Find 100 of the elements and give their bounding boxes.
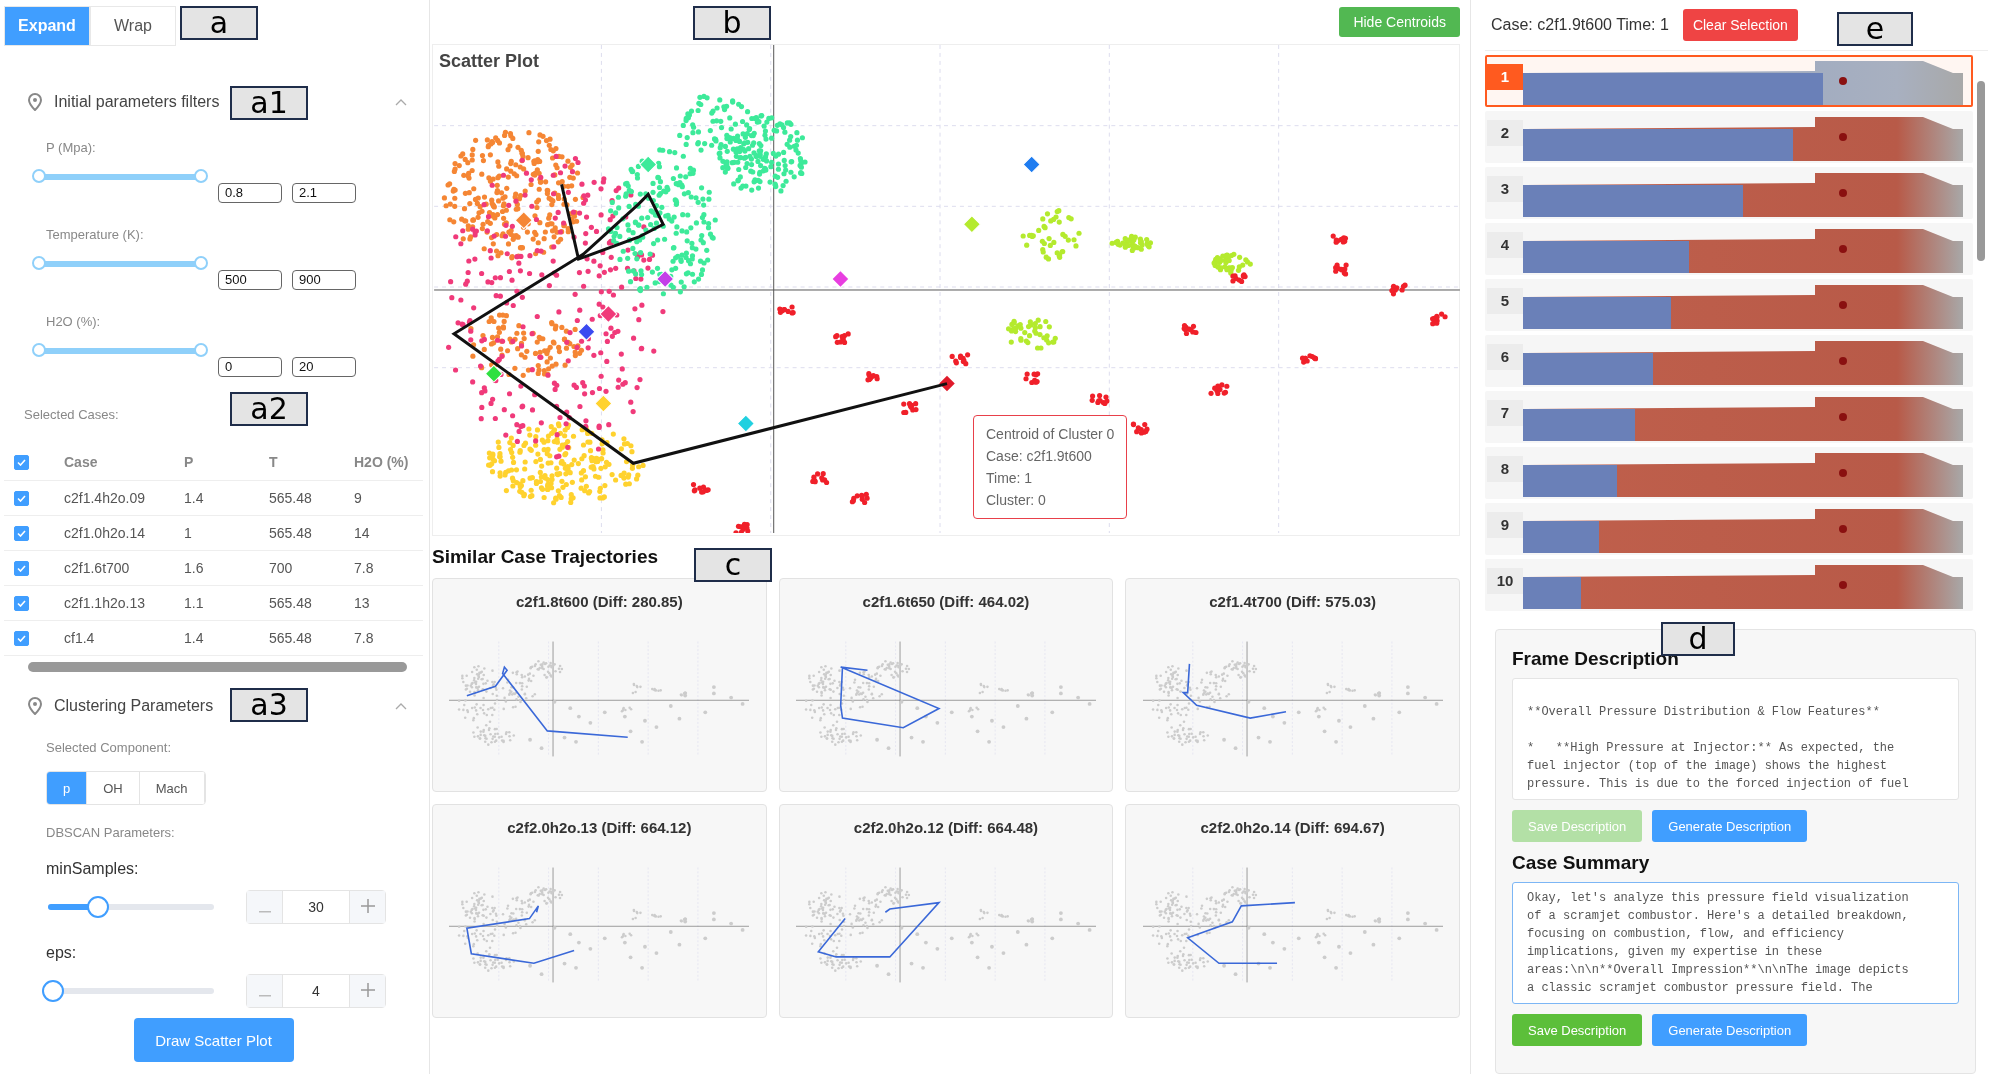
annotation-label: c — [694, 548, 772, 582]
table-cell-text: 1.4 — [184, 630, 205, 646]
table-cell-text: c2f1.0h2o.14 — [64, 525, 146, 541]
range-slider[interactable] — [32, 343, 208, 359]
description-textarea[interactable]: **Overall Pressure Distribution & Flow Features** * **High Pressure at Injector:** As expected, the fuel injector (top of the image) shows the highest pressure. This is due to the forced injection of fuel — [1512, 678, 1959, 800]
table-cell-text: 14 — [354, 525, 371, 541]
annotation-label: a3 — [230, 688, 308, 722]
frame-number: 7 — [1487, 400, 1523, 426]
tooltip-line: Centroid of Cluster 0 — [986, 426, 1115, 442]
checkbox[interactable] — [14, 560, 29, 576]
frame-row[interactable]: 9 — [1485, 503, 1973, 555]
min-input[interactable]: 500 — [218, 270, 282, 290]
min-input[interactable]: 0 — [218, 357, 282, 377]
trajectory-card[interactable]: c2f1.6t650 (Diff: 464.02) — [778, 578, 1114, 792]
frame-row[interactable]: 10 — [1485, 559, 1973, 611]
section-title: Initial parameters filters — [54, 93, 220, 111]
tooltip-line: Case: c2f1.9t600 — [986, 448, 1093, 464]
checkmark-icon — [17, 634, 26, 642]
dbscan-label: DBSCAN Parameters: — [46, 825, 175, 840]
scrollbar[interactable] — [28, 662, 407, 672]
frame-row[interactable]: 7 — [1485, 391, 1973, 443]
frame-row[interactable]: 3 — [1485, 167, 1973, 219]
minus-icon[interactable] — [247, 975, 282, 1007]
frame-number: 10 — [1487, 568, 1523, 594]
min-input[interactable]: 0.8 — [218, 183, 282, 203]
annotation-label: e — [1837, 12, 1913, 46]
checkbox[interactable] — [14, 595, 29, 611]
mode-tab[interactable]: Wrap — [90, 6, 176, 46]
chevron-icon[interactable] — [395, 702, 407, 710]
section-title: Case Summary — [1512, 852, 1650, 874]
frame-number: 6 — [1487, 344, 1523, 370]
trajectory-card[interactable]: c2f2.0h2o.12 (Diff: 664.48) — [778, 804, 1114, 1018]
column-header: T — [269, 454, 279, 470]
table-cell-text: 7.8 — [354, 560, 375, 576]
trajectory-card[interactable]: c2f1.4t700 (Diff: 575.03) — [1125, 578, 1460, 792]
max-input[interactable]: 20 — [292, 357, 356, 377]
annotation-label: b — [693, 6, 771, 40]
range-slider[interactable] — [32, 256, 208, 272]
table-cell-text: 1.1 — [184, 595, 205, 611]
param-label: Temperature (K): — [46, 227, 145, 242]
frame-row[interactable]: 8 — [1485, 447, 1973, 499]
param-label: minSamples: — [46, 860, 140, 878]
frame-row[interactable]: 5 — [1485, 279, 1973, 331]
table-cell-text: 1 — [184, 525, 193, 541]
table-cell-text: 9 — [354, 490, 363, 506]
frame-row[interactable]: 2 — [1485, 111, 1973, 163]
minus-icon[interactable] — [247, 891, 282, 923]
table-cell-text: 565.48 — [269, 630, 313, 646]
table-cell-text: 1.4 — [184, 490, 205, 506]
description-textarea[interactable]: Okay, let's analyze this pressure field visualization of a scramjet combustor. Here's a detailed breakdown, focusing on combustion, flow, and efficiency implications, given my expertise in these areas:\n\n**Overall Impression**\n\nThe image depicts a classic scramjet combustor pressure field. The — [1512, 882, 1959, 1004]
column-header: P — [184, 454, 195, 470]
plus-icon[interactable] — [350, 975, 385, 1007]
frame-number: 8 — [1487, 456, 1523, 482]
clear-selection-button[interactable]: Clear Selection — [1682, 9, 1798, 41]
frame-number: 2 — [1487, 120, 1523, 146]
table-cell-text: c2f1.1h2o.13 — [64, 595, 146, 611]
table-cell-text: c2f1.4h2o.09 — [64, 490, 146, 506]
selected-cases-label: Selected Cases: — [24, 407, 119, 422]
checkbox[interactable] — [14, 525, 29, 541]
table-cell-text: 565.48 — [269, 525, 313, 541]
trajectory-card[interactable]: c2f2.0h2o.13 (Diff: 664.12) — [432, 804, 767, 1018]
component-label: Selected Component: — [46, 740, 172, 755]
checkbox[interactable] — [14, 490, 29, 506]
annotation-label: a1 — [230, 86, 308, 120]
checkmark-icon — [17, 529, 26, 537]
frame-row[interactable]: 6 — [1485, 335, 1973, 387]
card-title: c2f2.0h2o.14 (Diff: 694.67) — [1200, 819, 1385, 836]
range-slider[interactable] — [32, 169, 208, 185]
number-stepper[interactable]: 4 — [246, 974, 386, 1008]
number-stepper[interactable]: 30 — [246, 890, 386, 924]
plus-icon[interactable] — [350, 891, 385, 923]
column-header: H2O (%) — [354, 454, 410, 470]
card-title: c2f1.6t650 (Diff: 464.02) — [862, 593, 1030, 610]
frame-number: 1 — [1487, 64, 1523, 90]
card-title: c2f1.8t600 (Diff: 280.85) — [515, 593, 683, 610]
scrollbar[interactable] — [1977, 81, 1985, 261]
checkbox[interactable] — [14, 630, 29, 646]
frame-row[interactable]: 4 — [1485, 223, 1973, 275]
trajectory-card[interactable]: c2f2.0h2o.14 (Diff: 694.67) — [1125, 804, 1460, 1018]
plot-title: Scatter Plot — [439, 51, 540, 72]
case-time-label: Case: c2f1.9t600 Time: 1 — [1491, 16, 1669, 34]
card-title: c2f2.0h2o.13 (Diff: 664.12) — [507, 819, 692, 836]
table-cell-text: 700 — [269, 560, 294, 576]
table-cell-text: 13 — [354, 595, 371, 611]
table-cell-text: 1.6 — [184, 560, 205, 576]
annotation-label: a2 — [230, 392, 308, 426]
frame-number: 3 — [1487, 176, 1523, 202]
max-input[interactable]: 900 — [292, 270, 356, 290]
checkmark-icon — [17, 564, 26, 572]
checkbox[interactable] — [14, 454, 29, 470]
frame-number: 4 — [1487, 232, 1523, 258]
checkmark-icon — [17, 599, 26, 607]
chevron-icon[interactable] — [395, 98, 407, 106]
column-header: Case — [64, 454, 99, 470]
param-label: eps: — [46, 944, 78, 962]
max-input[interactable]: 2.1 — [292, 183, 356, 203]
annotation-label: d — [1661, 622, 1735, 656]
trajectory-card[interactable]: c2f1.8t600 (Diff: 280.85) — [432, 578, 767, 792]
table-cell-text: c2f1.6t700 — [64, 560, 131, 576]
checkmark-icon — [17, 494, 26, 502]
